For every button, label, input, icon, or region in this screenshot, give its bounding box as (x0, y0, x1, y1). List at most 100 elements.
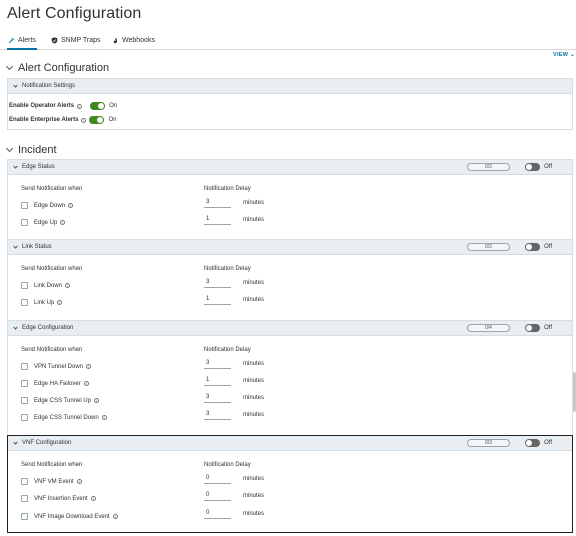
alert-row: Link Up i (21, 299, 63, 306)
tab-webhooks-label: Webhooks (122, 37, 155, 44)
operator-alerts-toggle[interactable] (90, 102, 106, 110)
delay-unit: minutes (243, 395, 265, 401)
delay-field-group: 1 minutes (204, 295, 264, 305)
info-icon[interactable]: i (101, 415, 107, 420)
send-notification-label: Send Notification when (21, 347, 83, 353)
delay-field-group: 0 minutes (204, 474, 264, 484)
alert-row: Edge HA Failover i (21, 380, 89, 387)
info-icon[interactable]: i (86, 364, 92, 369)
info-icon[interactable]: i (81, 117, 87, 123)
group-toggle-switch[interactable] (525, 439, 541, 447)
send-notification-label: Send Notification when (21, 186, 83, 192)
info-icon[interactable]: i (57, 300, 63, 305)
alert-checkbox[interactable] (21, 380, 28, 387)
alert-group-header[interactable]: Edge Status 0/2 Off (8, 160, 572, 175)
alert-group-header[interactable]: Edge Configuration 0/4 Off (8, 321, 572, 336)
alert-checkbox[interactable] (21, 513, 28, 520)
delay-field-group: 3 minutes (204, 198, 264, 208)
delay-input[interactable]: 1 (204, 215, 231, 225)
delay-input[interactable]: 3 (204, 410, 231, 420)
delay-input[interactable]: 3 (204, 278, 231, 288)
delay-input[interactable]: 1 (204, 295, 231, 305)
delay-input[interactable]: 3 (204, 393, 231, 403)
info-icon[interactable]: i (77, 103, 83, 109)
delay-input[interactable]: 3 (204, 359, 231, 369)
info-icon[interactable]: i (68, 203, 74, 208)
alert-group-card: Link Status 0/2 Off (7, 239, 573, 321)
incident-section-header[interactable]: Incident (5, 144, 57, 156)
group-toggle[interactable]: Off (525, 439, 552, 447)
alert-checkbox[interactable] (21, 219, 28, 226)
section-title: Alert Configuration (18, 62, 110, 74)
delay-unit: minutes (243, 361, 265, 367)
info-icon[interactable]: i (90, 496, 96, 501)
alert-checkbox[interactable] (21, 495, 28, 502)
group-toggle[interactable]: Off (525, 324, 552, 332)
delay-field-group: 0 minutes (204, 491, 264, 501)
info-icon[interactable]: i (76, 479, 82, 484)
selection-counter: 0/2 (467, 243, 510, 251)
group-toggle-switch[interactable] (525, 324, 541, 332)
alert-label: VPN Tunnel Down (34, 363, 84, 370)
alert-group-header[interactable]: Link Status 0/2 Off (8, 240, 572, 255)
delay-field-group: 3 minutes (204, 410, 264, 420)
alert-label: VNF Insertion Event (34, 495, 88, 502)
delay-unit: minutes (243, 297, 265, 303)
info-icon[interactable]: i (65, 283, 71, 288)
send-notification-label: Send Notification when (21, 266, 83, 272)
delay-field-group: 1 minutes (204, 215, 264, 225)
alert-checkbox[interactable] (21, 282, 28, 289)
alert-row: VPN Tunnel Down i (21, 363, 92, 370)
group-toggle-switch[interactable] (525, 163, 541, 171)
alert-row: VNF Insertion Event i (21, 495, 96, 502)
alert-checkbox[interactable] (21, 202, 28, 209)
toggle-row: Enable Operator Alerts i On (9, 102, 117, 110)
chevron-down-icon (13, 324, 18, 330)
alert-checkbox[interactable] (21, 478, 28, 485)
delay-input[interactable]: 0 (204, 509, 231, 519)
info-icon[interactable]: i (112, 514, 118, 519)
delay-unit: minutes (243, 200, 265, 206)
group-toggle[interactable]: Off (525, 163, 552, 171)
notification-delay-label: Notification Delay (204, 347, 251, 353)
delay-input[interactable]: 0 (204, 491, 231, 501)
view-link[interactable]: VIEW ⌄ (553, 52, 575, 58)
selection-counter: 0/3 (467, 439, 510, 447)
alert-label: Edge HA Failover (34, 380, 81, 387)
delay-input[interactable]: 1 (204, 376, 231, 386)
wrench-icon (8, 37, 15, 44)
group-toggle-switch[interactable] (525, 243, 541, 251)
alert-checkbox[interactable] (21, 363, 28, 370)
tab-snmp-traps[interactable]: SNMP Traps (51, 37, 101, 44)
delay-unit: minutes (243, 217, 265, 223)
tab-bar: Alerts SNMP Traps Webhooks (0, 30, 576, 50)
alert-label: Link Down (34, 282, 63, 289)
group-toggle[interactable]: Off (525, 243, 552, 251)
alert-checkbox[interactable] (21, 414, 28, 421)
alert-label: Edge Up (34, 219, 58, 226)
delay-unit: minutes (243, 511, 265, 517)
info-icon[interactable]: i (94, 398, 100, 403)
enterprise-alerts-toggle[interactable] (89, 116, 105, 124)
notification-delay-label: Notification Delay (204, 186, 251, 192)
group-title: Edge Configuration (22, 325, 74, 331)
alert-label: Edge CSS Tunnel Down (34, 414, 99, 421)
alert-row: Edge Up i (21, 219, 66, 226)
info-icon[interactable]: i (60, 220, 66, 225)
tab-alerts[interactable]: Alerts (7, 37, 37, 50)
notification-settings-header[interactable]: Notification Settings (8, 79, 572, 94)
page-title: Alert Configuration (7, 5, 142, 22)
alert-group-card: Edge Status 0/2 Off (7, 159, 573, 241)
alert-checkbox[interactable] (21, 299, 28, 306)
chevron-down-icon: ⌄ (570, 52, 575, 58)
alert-row: Edge CSS Tunnel Down i (21, 414, 107, 421)
delay-field-group: 3 minutes (204, 393, 264, 403)
delay-input[interactable]: 3 (204, 198, 231, 208)
chevron-down-icon (13, 82, 18, 88)
info-icon[interactable]: i (83, 381, 89, 386)
tab-webhooks[interactable]: Webhooks (112, 37, 155, 44)
alert-group-header[interactable]: VNF Configuration 0/3 Off (8, 436, 572, 451)
delay-input[interactable]: 0 (204, 474, 231, 484)
alert-config-section-header[interactable]: Alert Configuration (5, 62, 110, 74)
alert-checkbox[interactable] (21, 397, 28, 404)
